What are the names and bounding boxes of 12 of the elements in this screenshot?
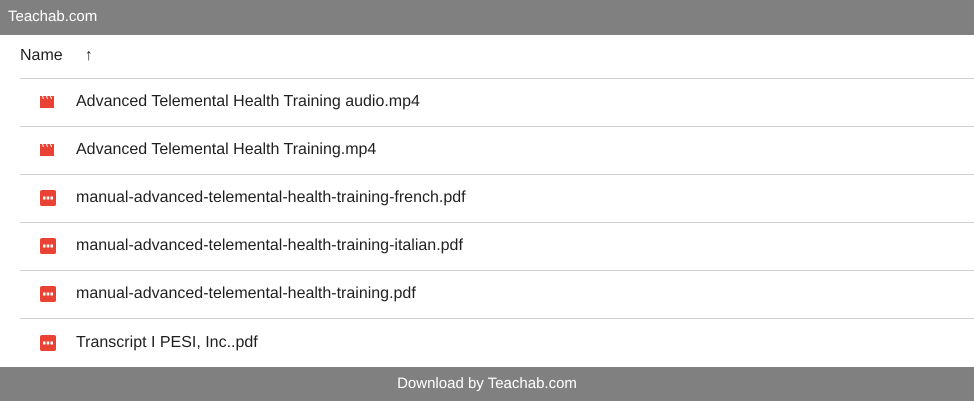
file-name[interactable]: manual-advanced-telemental-health-training.pdf xyxy=(76,282,416,306)
site-title: Teachab.com xyxy=(8,7,98,27)
video-icon xyxy=(40,96,56,108)
sort-indicator[interactable]: ↑ xyxy=(84,44,93,68)
column-header[interactable]: Name xyxy=(20,44,63,68)
file-name[interactable]: manual-advanced-telemental-health-training-italian.pdf xyxy=(76,234,463,258)
file-name[interactable]: Advanced Telemental Health Training audio.mp4 xyxy=(76,90,420,114)
file-name[interactable]: manual-advanced-telemental-health-training-french.pdf xyxy=(76,186,466,210)
video-icon xyxy=(40,144,56,156)
file-name[interactable]: Advanced Telemental Health Training.mp4 xyxy=(76,138,376,162)
file-name[interactable]: Transcript I PESI, Inc..pdf xyxy=(76,330,258,354)
download-note: Download by Teachab.com xyxy=(397,374,577,394)
